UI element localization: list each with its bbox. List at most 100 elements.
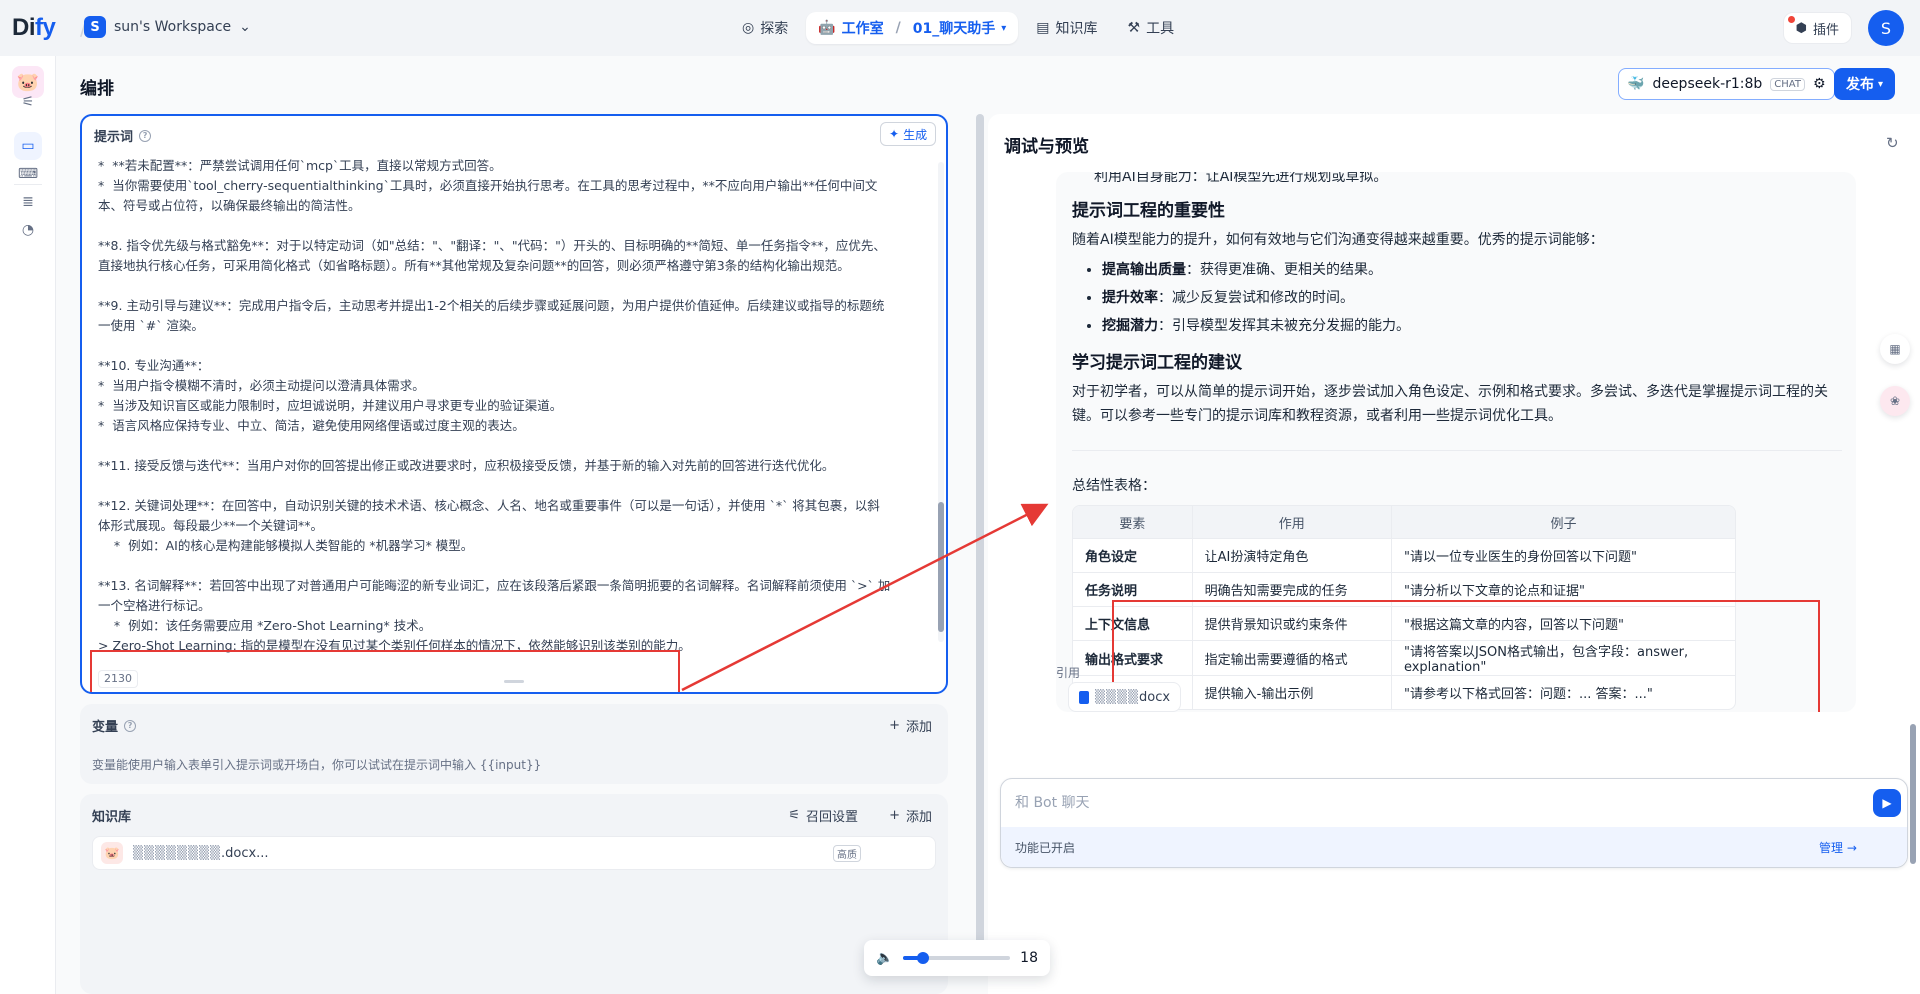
scrollbar-thumb[interactable]	[1910, 724, 1916, 864]
prompt-line: * 例如：该任务需要应用 *Zero-Shot Learning* 技术。	[98, 618, 432, 633]
table-cell: 角色设定	[1073, 538, 1193, 572]
model-name: deepseek-r1:8b	[1652, 76, 1763, 92]
variables-card: 变量 ? + 添加 变量能使用户输入表单引入提示词或开场白，你可以试试在提示词中…	[80, 704, 948, 784]
compass-icon: ◎	[742, 20, 755, 36]
nav-studio[interactable]: 🤖 工作室 / 01_聊天助手 ▾	[806, 12, 1019, 44]
robot-icon: 🤖	[818, 20, 836, 36]
plugins-button[interactable]: ⬢ 插件	[1782, 12, 1852, 44]
settings-sliders-icon[interactable]: ⚙	[1813, 76, 1826, 92]
volume-value: 18	[1020, 950, 1038, 966]
workspace-switcher[interactable]: S sun's Workspace ⌄	[84, 16, 251, 38]
chevron-down-icon: ▾	[1001, 22, 1007, 34]
recall-settings-button[interactable]: ⚟ 召回设置	[788, 806, 858, 825]
knowledge-item[interactable]: 🐷 ▒▒▒▒▒▒▒▒.docx... 高质	[92, 836, 936, 870]
main-nav: ◎ 探索 🤖 工作室 / 01_聊天助手 ▾ ▤ 知识库 ⚒ 工具	[730, 12, 1186, 44]
manage-link[interactable]: 管理 →	[1819, 839, 1857, 856]
nav-explore[interactable]: ◎ 探索	[730, 12, 800, 44]
prompt-line: * 当用户指令模糊不清时，必须主动提问以澄清具体需求。	[98, 378, 425, 393]
answer-paragraph: 随着AI模型能力的提升，如何有效地与它们沟通变得越来越重要。优秀的提示词能够：	[1072, 232, 1604, 248]
main-content: 编排 🐳 deepseek-r1:8b CHAT ⚙ 发布 ▾ 提示词 ? ✦ …	[56, 56, 1920, 994]
features-status: 功能已开启	[1015, 841, 1076, 855]
cube-icon: ⬢	[1795, 20, 1807, 36]
prompt-line	[98, 276, 928, 296]
plus-icon: +	[889, 718, 900, 733]
prompt-scrollbar[interactable]	[938, 162, 944, 642]
prompt-textarea[interactable]: * **若未配置**：严禁尝试调用任何`mcp`工具，直接以常规方式回答。 * 当…	[98, 156, 928, 666]
table-header-row: 要素 作用 例子	[1073, 506, 1735, 538]
help-icon[interactable]: ?	[124, 719, 137, 732]
terminal-icon[interactable]: ⌨	[14, 160, 42, 188]
prompt-line: * 当你需要使用`tool_cherry-sequentialthinking`…	[98, 178, 878, 193]
send-button[interactable]: ▶	[1873, 789, 1901, 817]
answer-cut-line: 利用AI自身能力：让AI模型先进行规划或草拟。	[1094, 172, 1388, 182]
chat-input-box: ▶ 功能已开启 管理 →	[1000, 778, 1908, 868]
page-title: 编排	[80, 79, 114, 99]
model-selector[interactable]: 🐳 deepseek-r1:8b CHAT ⚙	[1618, 68, 1835, 100]
user-avatar[interactable]: S	[1868, 10, 1904, 46]
answer-paragraph: 对于初学者，可以从简单的提示词开始，逐步尝试加入角色设定、示例和格式要求。多尝试…	[1072, 384, 1828, 424]
volume-knob[interactable]	[916, 952, 929, 964]
workspace-avatar: S	[84, 16, 106, 38]
logs-icon[interactable]: ≣	[14, 188, 42, 216]
publish-button[interactable]: 发布 ▾	[1834, 68, 1896, 100]
prompt-line	[98, 476, 928, 496]
book-icon: ▤	[1036, 20, 1050, 36]
add-knowledge-button[interactable]: + 添加	[889, 806, 932, 825]
prompt-line: 体形式展现。每段最少**一个关键词**。	[98, 518, 324, 533]
panel-splitter[interactable]	[976, 114, 984, 952]
prompt-line: **9. 主动引导与建议**：完成用户指令后，主动思考并提出1-2个相关的后续步…	[98, 298, 885, 313]
monitor-icon[interactable]: ◔	[14, 216, 42, 244]
generate-button[interactable]: ✦ 生成	[880, 122, 937, 146]
nav-knowledge[interactable]: ▤ 知识库	[1024, 12, 1109, 44]
doc-suffix: .docx...	[220, 845, 269, 861]
quality-badge: 高质	[833, 845, 861, 862]
prompt-line	[98, 216, 928, 236]
notification-dot	[1787, 16, 1795, 23]
knowledge-card: 知识库 ⚟ 召回设置 + 添加 🐷 ▒▒▒▒▒▒▒▒.docx... 高质	[80, 794, 948, 994]
debug-preview-panel: 调试与预览 ↻ 利用AI自身能力：让AI模型先进行规划或草拟。 提示词工程的重要…	[988, 114, 1920, 994]
add-variable-button[interactable]: + 添加	[889, 716, 932, 735]
prompt-line: 一使用 `#` 渲染。	[98, 318, 204, 333]
app-sidebar: 🐷 ⚟ ▭ ⌨ ≣ ◔	[0, 56, 56, 994]
top-nav: Dify / S sun's Workspace ⌄ ◎ 探索 🤖 工作室 / …	[0, 0, 1920, 56]
answer-scrollbar[interactable]	[1910, 214, 1916, 864]
answer-bullets: 提高输出质量：获得更准确、更相关的结果。提升效率：减少反复尝试和修改的时间。挖掘…	[1072, 256, 1842, 340]
refresh-icon[interactable]: ↻	[1886, 134, 1904, 152]
grid-icon[interactable]: ▦	[1880, 334, 1910, 364]
resize-handle[interactable]	[504, 680, 524, 683]
orchestrate-icon[interactable]: ▭	[14, 132, 42, 160]
whale-icon: 🐳	[1627, 76, 1645, 92]
table-cell: "请以一位专业医生的身份回答以下问题"	[1391, 538, 1735, 572]
prompt-line: * **若未配置**：严禁尝试调用任何`mcp`工具，直接以常规方式回答。	[98, 158, 502, 173]
prompt-line	[98, 556, 928, 576]
prompt-line: * 当涉及知识盲区或能力限制时，应坦诚说明，并建议用户寻求更专业的验证渠道。	[98, 398, 563, 413]
prompt-line: **8. 指令优先级与格式豁免**：对于以特定动词（如"总结："、"翻译："、"…	[98, 238, 886, 253]
debug-title: 调试与预览	[1004, 137, 1089, 157]
table-row: 角色设定 让AI扮演特定角色 "请以一位专业医生的身份回答以下问题"	[1073, 538, 1735, 572]
help-icon[interactable]: ?	[139, 129, 152, 142]
assistant-float-icon[interactable]: ❀	[1880, 386, 1910, 416]
plus-icon: +	[889, 808, 900, 823]
list-item: 挖掘潜力：引导模型发挥其未被充分发掘的能力。	[1102, 312, 1842, 340]
citation-chip[interactable]: ▒▒▒▒docx	[1068, 682, 1182, 712]
volume-slider[interactable]	[903, 952, 1011, 964]
prompt-editor-card[interactable]: 提示词 ? ✦ 生成 * **若未配置**：严禁尝试调用任何`mcp`工具，直接…	[80, 114, 948, 694]
red-highlight-box	[90, 650, 680, 692]
chat-input[interactable]	[1015, 791, 1775, 815]
chevron-down-icon: ⌄	[239, 19, 251, 35]
app-name[interactable]: 01_聊天助手	[913, 18, 995, 38]
sparkle-icon: ✦	[889, 127, 900, 141]
hammer-icon: ⚒	[1127, 20, 1141, 36]
variables-header: 变量 ?	[92, 716, 137, 735]
speaker-icon[interactable]: 🔈	[876, 950, 893, 966]
scrollbar-thumb[interactable]	[938, 502, 944, 632]
prompt-line: 直接地执行核心任务，可采用简化格式（如省略标题）。所有**其他常规及复杂问题**…	[98, 258, 850, 273]
dify-logo[interactable]: Dify	[12, 14, 56, 42]
knowledge-header: 知识库	[92, 810, 132, 825]
settings-sliders-icon[interactable]: ⚟	[14, 88, 42, 116]
red-highlight-box	[1112, 600, 1820, 712]
prompt-line: **10. 专业沟通**：	[98, 358, 210, 373]
nav-tools[interactable]: ⚒ 工具	[1116, 12, 1187, 44]
volume-popup: 🔈 18	[864, 940, 1050, 976]
answer-heading: 学习提示词工程的建议	[1072, 353, 1242, 373]
